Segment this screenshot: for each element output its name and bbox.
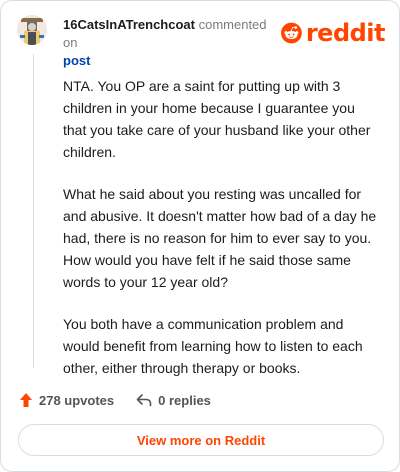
reply-count: 0 replies: [158, 392, 211, 408]
user-avatar[interactable]: [17, 15, 47, 45]
comment-actions: 278 upvotes 0 replies: [19, 390, 211, 410]
comment-header: 16CatsInATrenchcoat commented on post: [63, 16, 279, 70]
reddit-snoo-icon: [281, 22, 302, 44]
view-more-button[interactable]: View more on Reddit: [18, 424, 384, 456]
comment-paragraph: NTA. You OP are a saint for putting up w…: [63, 78, 371, 160]
reply-button[interactable]: 0 replies: [136, 393, 211, 408]
cat-avatar-icon: [17, 15, 47, 45]
reddit-comment-embed: 16CatsInATrenchcoat commented on post re…: [0, 0, 400, 472]
username-link[interactable]: 16CatsInATrenchcoat: [63, 17, 195, 32]
thread-line[interactable]: [33, 54, 34, 368]
comment-paragraph: You both have a communication problem an…: [63, 316, 363, 376]
comment-body: NTA. You OP are a saint for putting up w…: [63, 75, 381, 379]
post-link[interactable]: post: [63, 53, 90, 68]
reddit-logo[interactable]: reddit: [281, 16, 386, 50]
comment-paragraph: What he said about you resting was uncal…: [63, 186, 377, 290]
reply-arrow-icon: [136, 394, 152, 407]
reddit-wordmark: reddit: [305, 19, 386, 47]
upvote-arrow-icon: [20, 393, 32, 407]
upvote-count: 278 upvotes: [39, 392, 115, 408]
upvote-button[interactable]: 278 upvotes: [19, 392, 114, 408]
